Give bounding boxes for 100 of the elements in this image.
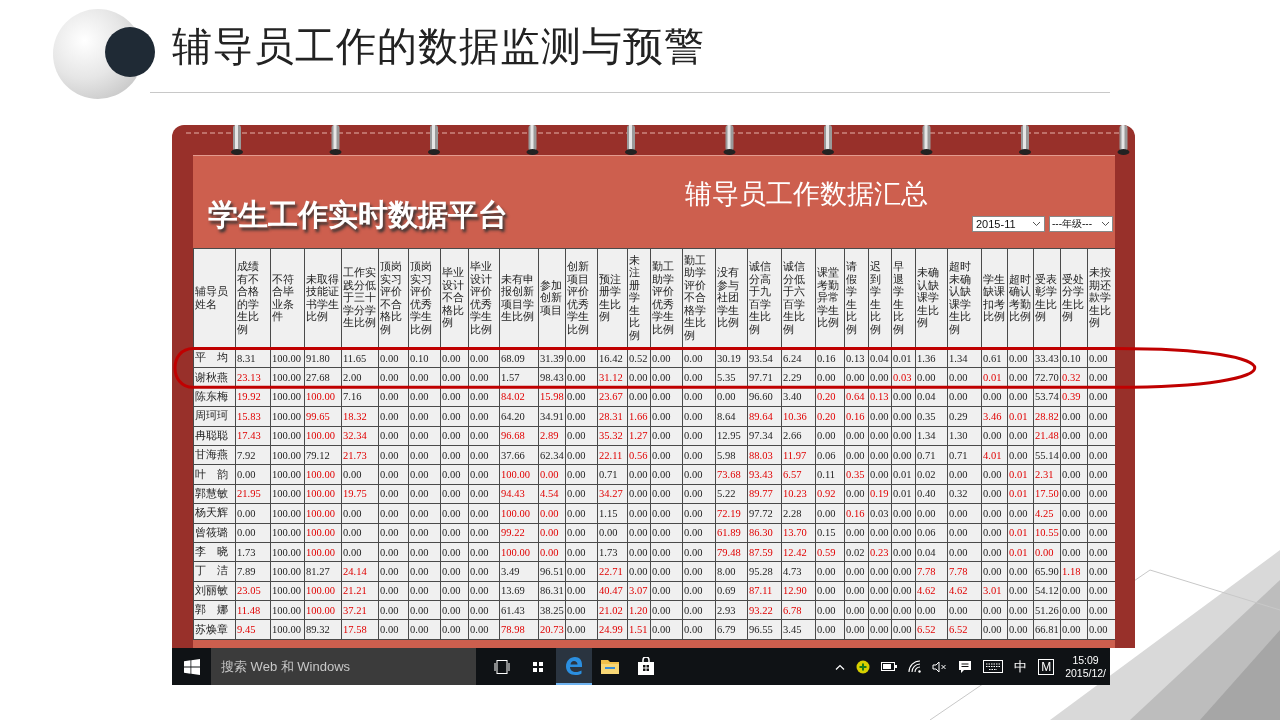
table-cell: 100.00	[304, 523, 342, 543]
table-cell: 0.00	[815, 581, 845, 601]
table-cell: 2.00	[341, 367, 379, 388]
table-cell: 0.00	[891, 523, 916, 543]
grade-select[interactable]: ---年级---	[1049, 216, 1113, 232]
column-header: 预注册学生比例	[597, 248, 628, 349]
table-cell: 0.11	[815, 464, 845, 485]
table-cell: 100.00	[304, 600, 342, 620]
notification-icon[interactable]	[958, 659, 973, 674]
table-cell: 0.00	[844, 445, 869, 465]
month-select[interactable]: 2015-11	[972, 216, 1045, 232]
table-cell: 0.00	[650, 600, 683, 620]
table-cell: 7.16	[341, 387, 379, 407]
table-cell: 0.00	[891, 406, 916, 427]
search-field[interactable]: 搜索 Web 和 Windows	[211, 648, 476, 685]
input-language-indicator[interactable]: 中	[1014, 657, 1028, 676]
table-cell: 24.14	[341, 561, 379, 582]
table-cell: 93.43	[747, 464, 782, 485]
clock-time[interactable]: 15:09	[1072, 653, 1099, 667]
table-cell: 11.65	[341, 348, 379, 368]
table-cell: 1.30	[947, 426, 982, 446]
speaker-muted-icon[interactable]	[932, 660, 948, 673]
table-cell: 0.10	[408, 348, 441, 368]
table-cell: 0.16	[844, 406, 869, 427]
keyboard-icon[interactable]	[983, 660, 1004, 673]
report-title: 辅导员工作数据汇总	[684, 177, 929, 211]
table-cell: 19.92	[235, 387, 271, 407]
table-cell: 37.21	[341, 600, 379, 620]
table-cell: 0.00	[1007, 367, 1034, 388]
table-cell: 0.00	[235, 503, 271, 523]
table-cell: 100.00	[270, 484, 305, 504]
table-cell: 0.00	[844, 600, 869, 620]
table-cell: 16.42	[597, 348, 628, 368]
table-cell: 0.00	[682, 581, 716, 601]
table-cell: 72.19	[715, 503, 748, 523]
table-cell: 100.00	[270, 581, 305, 601]
table-cell: 0.00	[650, 445, 683, 465]
table-cell: 100.00	[499, 503, 539, 523]
table-cell: 0.01	[891, 464, 916, 485]
table-cell: 37.66	[499, 445, 539, 465]
table-cell: 0.00	[947, 387, 982, 407]
table-cell: 0.00	[538, 503, 566, 523]
table-cell: 0.69	[715, 581, 748, 601]
column-header: 课堂考勤异常学生比例	[815, 248, 845, 349]
table-cell: 100.00	[304, 464, 342, 485]
table-cell: 1.15	[597, 503, 628, 523]
table-cell: 0.04	[915, 542, 948, 562]
table-cell: 31.39	[538, 348, 566, 368]
table-cell: 17.50	[1033, 484, 1061, 504]
table-cell: 0.00	[844, 426, 869, 446]
table-cell: 0.00	[378, 542, 409, 562]
table-cell: 100.00	[304, 426, 342, 446]
wifi-icon[interactable]	[908, 660, 922, 673]
table-cell: 72.70	[1033, 367, 1061, 388]
table-cell: 0.61	[981, 348, 1008, 368]
table-cell: 35.32	[597, 426, 628, 446]
table-cell: 0.00	[650, 367, 683, 388]
table-cell: 54.12	[1033, 581, 1061, 601]
table-cell: 89.64	[747, 406, 782, 427]
table-cell: 0.00	[981, 542, 1008, 562]
table-cell: 0.02	[844, 542, 869, 562]
name-cell: 刘丽敏	[193, 581, 236, 601]
task-view-icon	[494, 658, 510, 675]
table-cell: 0.16	[844, 503, 869, 523]
table-cell: 3.45	[781, 619, 816, 640]
table-cell: 32.34	[341, 426, 379, 446]
table-cell: 0.00	[341, 503, 379, 523]
table-cell: 0.00	[440, 503, 469, 523]
column-header: 诚信分低于六百学生比例	[781, 248, 816, 349]
table-cell: 0.01	[1007, 484, 1034, 504]
table-cell: 17.58	[341, 619, 379, 640]
table-cell: 1.66	[627, 406, 651, 427]
table-cell: 0.00	[682, 387, 716, 407]
table-cell: 0.00	[868, 581, 892, 601]
table-cell: 21.21	[341, 581, 379, 601]
table-cell: 0.32	[947, 484, 982, 504]
windows-start-icon[interactable]	[184, 658, 200, 675]
taskbar-app-button[interactable]	[556, 648, 592, 685]
table-cell: 1.73	[597, 542, 628, 562]
table-cell: 0.00	[981, 426, 1008, 446]
table-cell: 0.00	[468, 426, 500, 446]
table-cell: 0.04	[915, 387, 948, 407]
table-cell: 2.89	[538, 426, 566, 446]
name-cell: 周珂珂	[193, 406, 236, 427]
clock-date[interactable]: 2015/12/	[1065, 666, 1106, 680]
table-cell: 0.16	[815, 348, 845, 368]
battery-icon[interactable]	[881, 662, 898, 671]
column-header: 未取得技能证书学生比例	[304, 248, 342, 349]
table-cell: 98.43	[538, 367, 566, 388]
plus-badge-icon[interactable]	[856, 659, 871, 674]
table-cell: 13.69	[499, 581, 539, 601]
table-cell: 8.00	[715, 561, 748, 582]
table-cell: 0.00	[468, 503, 500, 523]
table-cell: 0.00	[468, 484, 500, 504]
ime-indicator[interactable]: M	[1038, 658, 1055, 675]
caret-up-icon[interactable]	[835, 663, 846, 670]
table-cell: 0.00	[440, 523, 469, 543]
table-cell: 0.00	[891, 503, 916, 523]
table-cell: 0.00	[627, 561, 651, 582]
table-cell: 84.02	[499, 387, 539, 407]
